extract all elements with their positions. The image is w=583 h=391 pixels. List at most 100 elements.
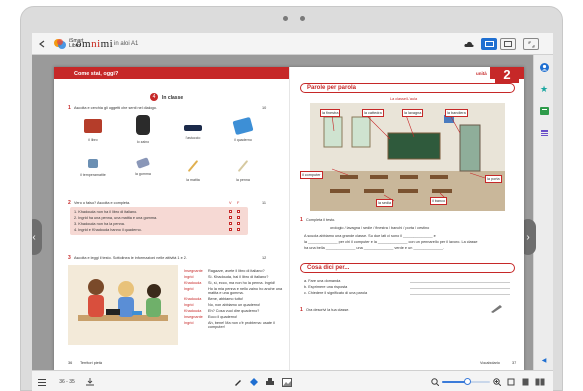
true-checkbox[interactable] (229, 216, 232, 219)
vocab-item: il temperamatite (74, 159, 112, 177)
camera-dot (283, 16, 288, 21)
page-number: 36 (68, 361, 73, 365)
exercise-number: 1 (68, 105, 71, 111)
list-item: b. Esprimere una risposta (304, 285, 348, 289)
app-screen: iSmart Libro om ni mi in aloi A1 ★ ◀ ‹ ›… (32, 33, 553, 391)
vocab-item: la gomma (124, 157, 162, 176)
false-checkbox[interactable] (237, 210, 240, 213)
logo-icon (54, 39, 66, 49)
right-page[interactable]: unità 2 Parole per parola La classe/L'au… (289, 67, 524, 371)
answer-line[interactable] (410, 288, 510, 289)
back-button[interactable] (38, 33, 46, 55)
classroom-illustration (310, 103, 505, 211)
user-icon[interactable] (539, 62, 549, 72)
fullscreen-icon (523, 38, 539, 50)
audio-track[interactable]: 10 (262, 106, 266, 110)
double-page-icon (481, 38, 497, 50)
fit-icon[interactable] (506, 376, 516, 388)
zoom-in-icon[interactable] (492, 376, 502, 388)
pen-icon[interactable] (232, 376, 244, 388)
dialogue-text: Insegnante Ragazze, avete il libro di ita… (184, 269, 283, 329)
print-icon[interactable] (264, 376, 276, 388)
vocab-item: la penna (224, 159, 262, 182)
star-icon[interactable]: ★ (539, 84, 549, 94)
double-page-icon[interactable] (534, 376, 546, 388)
exercise-instruction: Ascolta e cerchia gli oggetti che senti … (74, 106, 157, 110)
false-checkbox[interactable] (237, 216, 240, 219)
hotspot-label[interactable]: la bandiera (445, 109, 468, 117)
single-page-icon (500, 38, 516, 50)
vocab-item: il quaderno (224, 116, 262, 142)
hotspot-label[interactable]: la lavagna (402, 109, 424, 117)
backpack-icon (136, 115, 150, 135)
section-title: In classe (162, 95, 184, 101)
page-indicator[interactable]: 36 - 35 (56, 376, 78, 388)
vocab-item: il libro (74, 119, 112, 142)
double-page-view-button[interactable] (481, 33, 497, 55)
hotspot-label[interactable]: il computer (300, 171, 323, 179)
unit-label: unità (476, 71, 487, 76)
brand-name: om ni mi (76, 38, 114, 50)
section-heading: Parole per parola (300, 83, 515, 93)
hotspot-label[interactable]: il banco (430, 197, 448, 205)
true-checkbox[interactable] (229, 210, 232, 213)
hotspot-label[interactable]: la sedia (376, 199, 394, 207)
list-icon[interactable] (36, 376, 48, 388)
eraser-tool-icon[interactable] (248, 376, 260, 388)
answer-line[interactable] (410, 282, 510, 283)
book-spread: Come stai, oggi? 4 In classe 1 Ascolta e… (54, 67, 524, 371)
chevron-left-icon: ‹ (32, 231, 36, 243)
breadcrumb: in aloi A1 (114, 41, 139, 47)
false-checkbox[interactable] (237, 228, 240, 231)
left-page[interactable]: Come stai, oggi? 4 In classe 1 Ascolta e… (54, 67, 289, 371)
writing-hand-icon (491, 305, 502, 313)
pen-icon (237, 159, 249, 173)
previous-page-button[interactable]: ‹ (32, 219, 42, 255)
single-page-view-button[interactable] (500, 33, 516, 55)
vocab-item: l'astuccio (174, 119, 212, 140)
audio-track[interactable]: 12 (262, 256, 266, 260)
column-false: F (237, 201, 240, 205)
pencil-icon (187, 159, 199, 173)
true-checkbox[interactable] (229, 228, 232, 231)
cloud-icon (464, 41, 474, 47)
pencil-case-icon (184, 125, 202, 131)
chapter-tag: Come stai, oggi? (68, 69, 125, 79)
tablet-frame: iSmart Libro om ni mi in aloi A1 ★ ◀ ‹ ›… (20, 6, 563, 391)
page-number: 37 (512, 361, 517, 365)
false-checkbox[interactable] (237, 222, 240, 225)
zoom-out-icon[interactable] (430, 376, 440, 388)
gallery-icon[interactable] (280, 376, 294, 388)
cloze-line: ha una bella ______________ una ________… (304, 246, 444, 250)
single-page-icon[interactable] (520, 376, 530, 388)
audio-track[interactable]: 11 (262, 201, 266, 205)
cloze-line: la ______________ per chi il computer e … (304, 240, 478, 244)
tf-statement: 2. Ingrid ha una penna, una matita e una… (74, 216, 158, 220)
list-item: a. Fare una domanda (304, 279, 341, 283)
exercise-instruction: Completa il testo. (306, 218, 336, 222)
true-checkbox[interactable] (229, 222, 232, 225)
zoom-slider-handle[interactable] (464, 378, 471, 385)
collapse-icon[interactable]: ◀ (539, 355, 549, 365)
exercise-number: 3 (68, 255, 71, 261)
hotspot-label[interactable]: la cattedra (362, 109, 384, 117)
notebook-icon (232, 116, 254, 136)
bottom-toolbar: 36 - 35 (32, 370, 553, 391)
content-icon[interactable] (539, 128, 549, 138)
cloud-button[interactable] (464, 33, 474, 55)
image-caption: La classe/L'aula (390, 97, 418, 101)
word-bank: orologio / lavagna / sedie / finestra / … (330, 226, 430, 230)
unit-number: 2 (495, 67, 519, 83)
tf-statement: 3. Khadouda non ha la penna. (74, 222, 125, 226)
library-icon[interactable] (539, 106, 549, 116)
back-arrow-icon (39, 40, 45, 48)
download-icon[interactable] (84, 376, 96, 388)
exercise-instruction: Ora descrivi la tua classe. (306, 308, 350, 312)
sharpener-icon (88, 159, 98, 168)
exercise-number: 2 (68, 200, 71, 206)
hotspot-label[interactable]: la porta (485, 175, 502, 183)
fullscreen-button[interactable] (523, 33, 539, 55)
hotspot-label[interactable]: la finestra (320, 109, 341, 117)
exercise-number: 1 (300, 217, 303, 223)
answer-line[interactable] (410, 294, 510, 295)
